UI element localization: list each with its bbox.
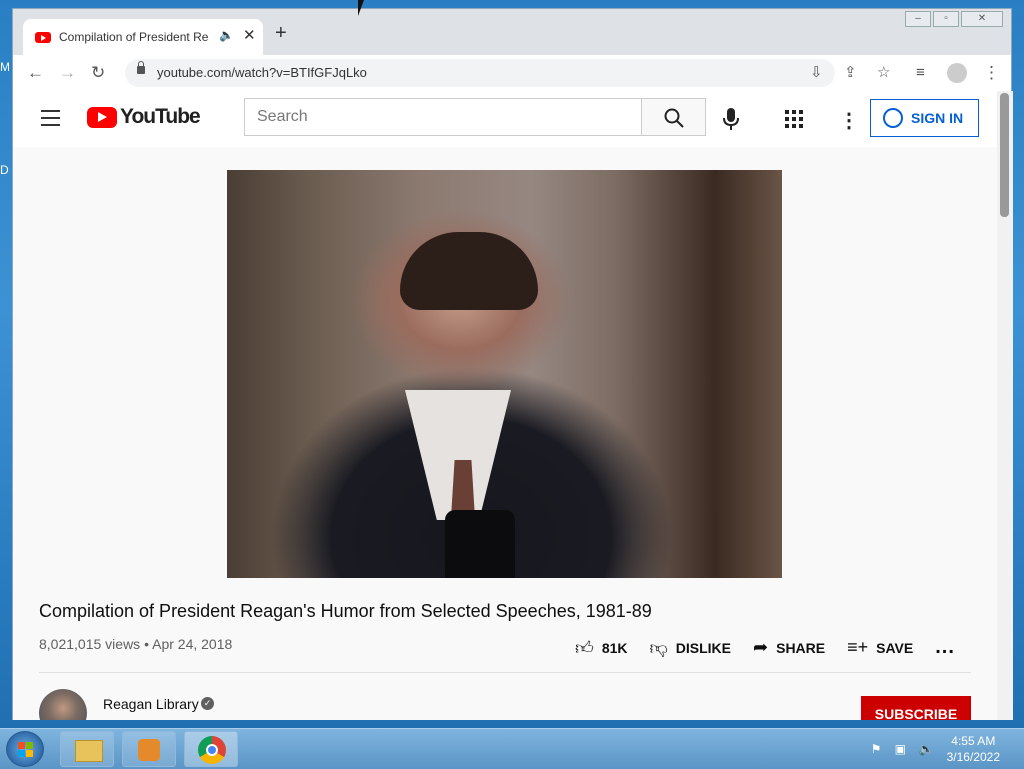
tab-title: Compilation of President Rea xyxy=(59,30,209,44)
share-label: SHARE xyxy=(776,639,826,656)
taskbar-chrome[interactable] xyxy=(184,731,238,767)
windows-logo-green xyxy=(26,742,33,749)
reload-icon[interactable]: ↻ xyxy=(91,63,105,83)
voice-search-button[interactable] xyxy=(721,107,741,136)
clock-date: 3/16/2022 xyxy=(946,750,1000,764)
browser-toolbar: ← → ↻ youtube.com/watch?v=BTIfGFJqLko ⇩ … xyxy=(13,55,1011,92)
bookmark-star-icon[interactable]: ☆ xyxy=(877,63,890,83)
verified-check-icon: ✓ xyxy=(201,697,214,710)
tab-strip: Compilation of President Rea 🔈 ✕ + – ▫ ✕ xyxy=(13,9,1011,55)
search-button[interactable] xyxy=(642,98,706,136)
media-player-icon xyxy=(138,739,160,761)
system-tray: ⚑ ▣ 🔈 4:55 AM 3/16/2022 xyxy=(861,729,1024,769)
sign-in-button[interactable]: SIGN IN xyxy=(870,99,979,137)
settings-more-icon[interactable]: ⋮ xyxy=(839,108,859,133)
vertical-scroll-thumb[interactable] xyxy=(1000,93,1009,217)
dislike-label: DISLIKE xyxy=(675,639,732,656)
restore-button[interactable]: ▫ xyxy=(933,11,959,27)
search-box xyxy=(244,98,642,136)
youtube-logo[interactable]: YouTube xyxy=(87,105,201,129)
share-page-icon[interactable]: ⇪ xyxy=(844,63,857,83)
speaker-icon[interactable]: 🔈 xyxy=(219,28,234,42)
account-circle-icon xyxy=(883,108,903,128)
taskbar-media-player[interactable] xyxy=(122,731,176,767)
youtube-favicon-icon xyxy=(35,32,51,43)
save-label: SAVE xyxy=(876,639,914,656)
video-frame-microphones xyxy=(445,510,515,578)
window-close-button[interactable]: ✕ xyxy=(961,11,1003,27)
hamburger-menu-icon[interactable] xyxy=(41,110,60,131)
install-app-icon[interactable]: ⇩ xyxy=(810,63,823,83)
window-controls: – ▫ ✕ xyxy=(905,11,1003,27)
video-actions: 👍︎ 81K 👎︎ DISLIKE ➦ SHARE ≡+ SAVE ... xyxy=(575,636,977,659)
system-clock[interactable]: 4:55 AM 3/16/2022 xyxy=(947,733,1000,765)
channel-avatar[interactable] xyxy=(39,689,87,720)
windows-logo-yellow xyxy=(26,750,33,757)
apps-grid-icon[interactable] xyxy=(785,110,803,133)
mouse-cursor-icon xyxy=(358,0,364,16)
desktop-icon-label-2: D xyxy=(0,163,9,177)
youtube-header: YouTube ⋮ SIGN IN xyxy=(13,91,997,147)
chrome-icon xyxy=(198,736,226,764)
search-input[interactable] xyxy=(245,99,639,135)
profile-avatar-icon[interactable] xyxy=(947,63,967,83)
thumbs-down-icon: 👎︎ xyxy=(649,637,668,658)
upload-date: Apr 24, 2018 xyxy=(152,636,233,652)
new-tab-button[interactable]: + xyxy=(275,23,287,43)
desktop-icon-label-1: M xyxy=(0,60,10,74)
section-divider xyxy=(39,672,971,673)
youtube-page: YouTube ⋮ SIGN IN Compilation of Preside… xyxy=(13,91,997,720)
network-icon[interactable]: ▣ xyxy=(895,742,909,756)
like-button[interactable]: 👍︎ 81K xyxy=(575,637,628,659)
url-text[interactable]: youtube.com/watch?v=BTIfGFJqLko xyxy=(157,65,367,80)
back-arrow-icon[interactable]: ← xyxy=(27,63,44,83)
save-button[interactable]: ≡+ SAVE xyxy=(847,637,913,658)
view-count: 8,021,015 views xyxy=(39,636,141,652)
media-control-icon[interactable]: ≡ xyxy=(916,63,925,83)
windows-logo-icon xyxy=(18,742,25,749)
taskbar-file-explorer[interactable] xyxy=(60,731,114,767)
share-arrow-icon: ➦ xyxy=(753,637,769,657)
dislike-button[interactable]: 👎︎ DISLIKE xyxy=(650,637,732,659)
like-count: 81K xyxy=(601,639,628,656)
windows-taskbar: ⚑ ▣ 🔈 4:55 AM 3/16/2022 xyxy=(0,728,1024,769)
meta-separator: • xyxy=(144,636,153,652)
more-actions-button[interactable]: ... xyxy=(935,636,955,659)
vertical-scrollbar[interactable] xyxy=(997,91,1013,720)
video-title: Compilation of President Reagan's Humor … xyxy=(39,601,652,621)
forward-arrow-icon[interactable]: → xyxy=(59,63,76,83)
address-bar[interactable]: youtube.com/watch?v=BTIfGFJqLko xyxy=(125,59,835,87)
thumbs-up-icon: 👍︎ xyxy=(575,637,594,658)
video-player[interactable] xyxy=(227,170,782,578)
subscribe-button[interactable]: SUBSCRIBE xyxy=(861,696,971,720)
browser-menu-icon[interactable]: ⋮ xyxy=(983,63,1000,83)
tab-close-icon[interactable]: ✕ xyxy=(243,26,256,44)
channel-name[interactable]: Reagan Library xyxy=(103,696,199,712)
action-center-flag-icon[interactable]: ⚑ xyxy=(871,742,885,756)
search-icon xyxy=(664,108,684,128)
microphone-icon xyxy=(723,108,739,130)
lock-icon[interactable] xyxy=(137,61,145,74)
youtube-wordmark: YouTube xyxy=(120,105,201,128)
volume-icon[interactable]: 🔈 xyxy=(919,742,934,756)
start-button[interactable] xyxy=(6,731,44,767)
sign-in-label: SIGN IN xyxy=(911,110,964,126)
windows-logo-blue xyxy=(18,750,25,757)
youtube-play-icon xyxy=(87,106,117,128)
browser-tab-active[interactable]: Compilation of President Rea 🔈 ✕ xyxy=(23,19,263,55)
playlist-add-icon: ≡+ xyxy=(847,637,869,657)
video-meta: 8,021,015 views • Apr 24, 2018 xyxy=(39,636,232,652)
folder-icon xyxy=(75,740,103,762)
video-frame-figure xyxy=(400,232,538,310)
share-button[interactable]: ➦ SHARE xyxy=(753,637,825,658)
clock-time: 4:55 AM xyxy=(951,734,996,748)
minimize-button[interactable]: – xyxy=(905,11,931,27)
